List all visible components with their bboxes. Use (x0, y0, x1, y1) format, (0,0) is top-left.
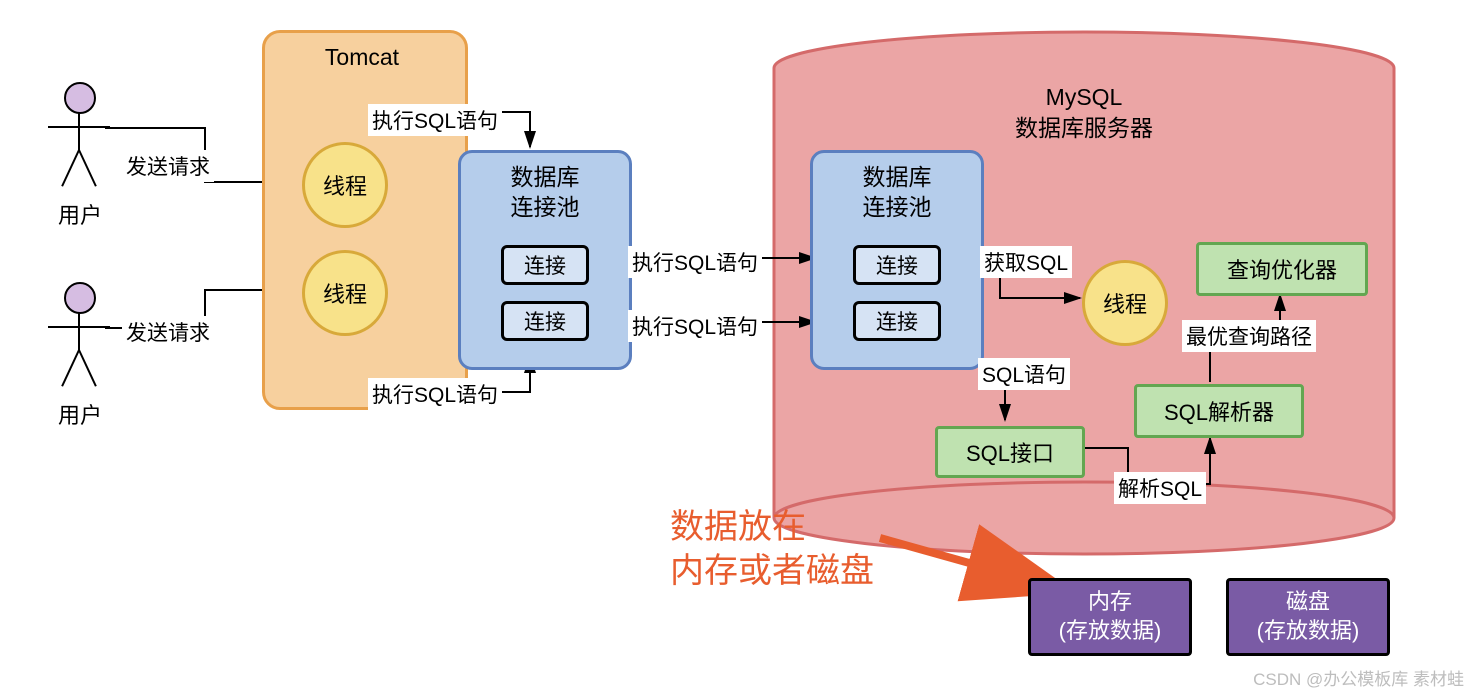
tomcat-pool-title: 数据库 连接池 (461, 163, 629, 223)
parse-sql-label: 解析SQL (1114, 472, 1206, 504)
memory-l2: (存放数据) (1031, 617, 1189, 646)
get-sql-label: 获取SQL (980, 246, 1072, 278)
disk-l1: 磁盘 (1229, 588, 1387, 617)
thread-circle-2: 线程 (302, 250, 388, 336)
user-actor-2 (42, 282, 118, 392)
user-label-2: 用户 (40, 398, 120, 430)
sql-statement-label: SQL语句 (978, 358, 1070, 390)
optimizer-box: 查询优化器 (1196, 242, 1368, 296)
tomcat-title: Tomcat (262, 44, 462, 71)
send-request-label-2: 发送请求 (122, 316, 214, 348)
user-actor-1 (42, 82, 118, 192)
best-path-label: 最优查询路径 (1182, 320, 1316, 352)
memory-l1: 内存 (1031, 588, 1189, 617)
sql-parser-box: SQL解析器 (1134, 384, 1304, 438)
mysql-conn-1: 连接 (853, 245, 941, 285)
between-exec-2: 执行SQL语句 (628, 310, 762, 342)
user-label-1: 用户 (40, 198, 120, 230)
annotation-l2: 内存或者磁盘 (670, 552, 874, 590)
mysql-thread-circle: 线程 (1082, 260, 1168, 346)
mysql-thread-label: 线程 (1103, 287, 1147, 319)
exec-sql-label-top: 执行SQL语句 (368, 104, 502, 136)
optimizer-label: 查询优化器 (1227, 253, 1337, 285)
disk-l2: (存放数据) (1229, 617, 1387, 646)
watermark: CSDN @办公模板库 素材蛙 (1253, 665, 1464, 690)
tomcat-pool-title-l1: 数据库 (511, 164, 580, 190)
sql-interface-label: SQL接口 (966, 436, 1054, 468)
thread-circle-1: 线程 (302, 142, 388, 228)
annotation-l1: 数据放在 (670, 508, 806, 546)
tomcat-conn-2: 连接 (501, 301, 589, 341)
disk-box: 磁盘 (存放数据) (1226, 578, 1390, 656)
tomcat-pool-title-l2: 连接池 (511, 194, 580, 220)
thread-label-2: 线程 (323, 277, 367, 309)
tomcat-conn-1: 连接 (501, 245, 589, 285)
mysql-conn-2: 连接 (853, 301, 941, 341)
thread-label-1: 线程 (323, 169, 367, 201)
mysql-pool-title: 数据库 连接池 (813, 163, 981, 223)
mysql-pool-title-l2: 连接池 (863, 194, 932, 220)
send-request-label-1: 发送请求 (122, 150, 214, 182)
between-exec-1: 执行SQL语句 (628, 246, 762, 278)
mysql-pool: 数据库 连接池 连接 连接 (810, 150, 984, 370)
exec-sql-label-bottom: 执行SQL语句 (368, 378, 502, 410)
sql-interface-box: SQL接口 (935, 426, 1085, 478)
memory-box: 内存 (存放数据) (1028, 578, 1192, 656)
tomcat-pool: 数据库 连接池 连接 连接 (458, 150, 632, 370)
storage-annotation: 数据放在 内存或者磁盘 (670, 505, 874, 593)
sql-parser-label: SQL解析器 (1164, 395, 1274, 427)
mysql-title: MySQL 数据库服务器 (774, 82, 1394, 144)
mysql-pool-title-l1: 数据库 (863, 164, 932, 190)
mysql-title-l2: 数据库服务器 (1015, 115, 1153, 141)
mysql-title-l1: MySQL (1046, 84, 1123, 110)
